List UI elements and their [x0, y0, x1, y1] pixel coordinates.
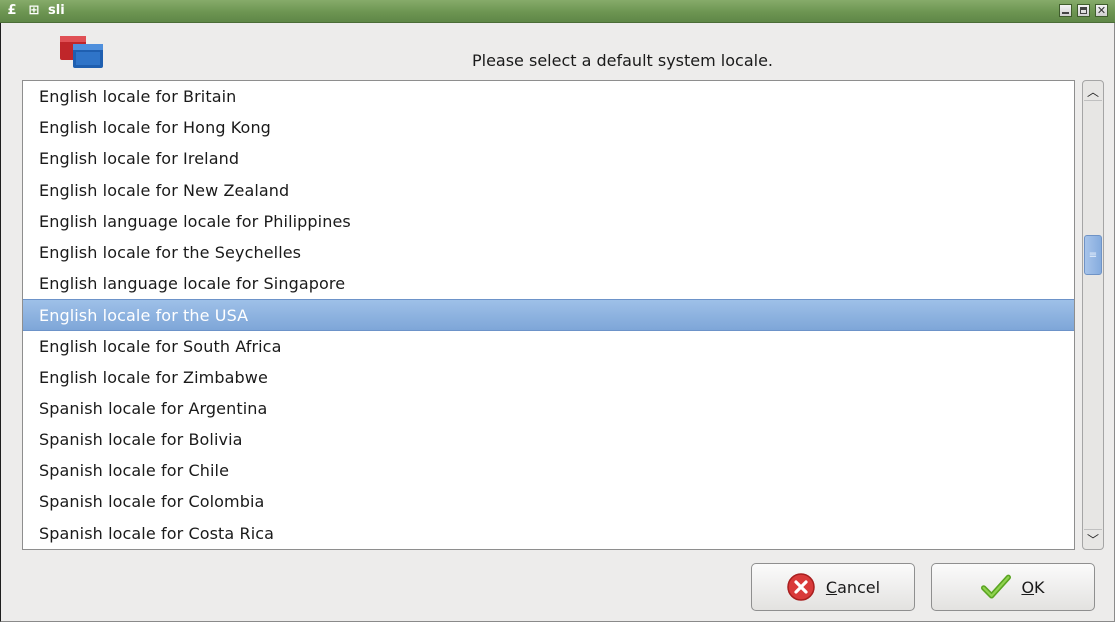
list-item[interactable]: English locale for Hong Kong: [23, 112, 1074, 143]
sticky-icon[interactable]: ⊞: [26, 3, 42, 18]
cancel-button[interactable]: Cancel: [751, 563, 915, 611]
list-scrollbar[interactable]: ︿ ≡ ﹀: [1082, 80, 1104, 550]
grip-icon: ≡: [1088, 249, 1098, 261]
list-item[interactable]: Spanish locale for Argentina: [23, 393, 1074, 424]
list-item[interactable]: English locale for Britain: [23, 81, 1074, 112]
list-item[interactable]: English language locale for Singapore: [23, 268, 1074, 299]
window-menu-icon[interactable]: £: [4, 3, 20, 18]
minimize-icon: [1062, 12, 1069, 14]
list-item[interactable]: English locale for New Zealand: [23, 175, 1074, 206]
list-item[interactable]: Spanish locale for Chile: [23, 455, 1074, 486]
list-item[interactable]: English locale for the USA: [23, 299, 1074, 331]
list-item[interactable]: Spanish locale for Costa Rica: [23, 518, 1074, 549]
minimize-button[interactable]: [1059, 4, 1072, 17]
cancel-icon: [786, 572, 816, 602]
close-button[interactable]: ✕: [1095, 4, 1108, 17]
checkmark-icon: [981, 572, 1012, 602]
title-bar[interactable]: £ ⊞ sli ✕: [0, 0, 1115, 23]
ok-label: OK: [1021, 577, 1045, 597]
list-item[interactable]: Spanish locale for Colombia: [23, 486, 1074, 517]
ok-button[interactable]: OK: [931, 563, 1095, 611]
list-item[interactable]: Spanish locale for Bolivia: [23, 424, 1074, 455]
page-title: Please select a default system locale.: [471, 51, 774, 70]
list-item[interactable]: English locale for Zimbabwe: [23, 362, 1074, 393]
list-item[interactable]: English locale for the Seychelles: [23, 237, 1074, 268]
close-icon: ✕: [1096, 4, 1107, 17]
list-item[interactable]: English language locale for Philippines: [23, 206, 1074, 237]
maximize-icon: [1080, 7, 1087, 14]
scroll-down-button[interactable]: ﹀: [1084, 529, 1102, 548]
chevron-up-icon: ︿: [1086, 84, 1099, 99]
maximize-button[interactable]: [1077, 4, 1090, 17]
scroll-up-button[interactable]: ︿: [1084, 82, 1102, 101]
scroll-thumb[interactable]: ≡: [1084, 235, 1102, 275]
cancel-label: Cancel: [825, 577, 881, 597]
list-item[interactable]: English locale for South Africa: [23, 331, 1074, 362]
chevron-down-icon: ﹀: [1086, 532, 1099, 547]
locale-list[interactable]: English locale for Britain English locale…: [22, 80, 1075, 550]
window-title: sli: [48, 3, 65, 18]
list-item[interactable]: English locale for Ireland: [23, 143, 1074, 174]
